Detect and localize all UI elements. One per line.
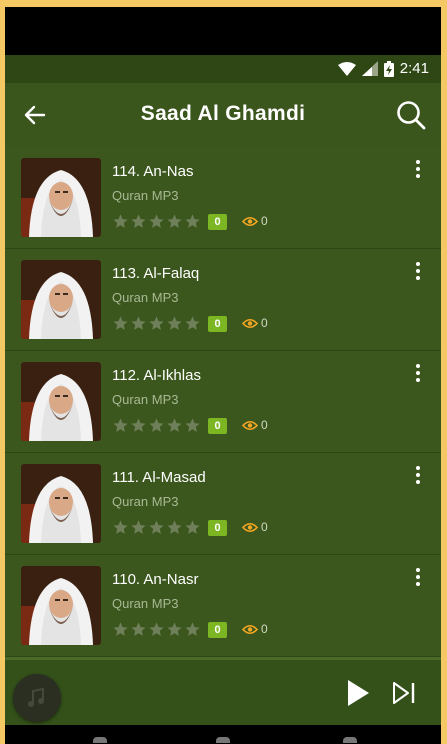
count-badge: 0: [208, 214, 227, 230]
track-list: 114. An-Nas Quran MP3 0 0 113. Al-Falaq Quran…: [5, 147, 441, 657]
phone-screen: 2:41 Saad Al Ghamdi 114. An-Nas Quran MP3…: [5, 7, 441, 744]
views-count: 0: [261, 316, 268, 330]
track-title: 112. Al-Ikhlas: [112, 367, 201, 384]
mini-player: [5, 657, 441, 728]
eye-icon: [242, 624, 258, 634]
views-count: 0: [261, 214, 268, 228]
list-item[interactable]: 112. Al-Ikhlas Quran MP3 0 0: [5, 351, 441, 453]
wifi-icon: [337, 61, 356, 76]
list-item[interactable]: 114. An-Nas Quran MP3 0 0: [5, 147, 441, 249]
star-icon[interactable]: [130, 621, 147, 638]
star-icon[interactable]: [112, 213, 129, 230]
eye-icon: [242, 522, 258, 532]
views-counter: 0: [242, 418, 268, 432]
star-icon[interactable]: [166, 417, 183, 434]
star-icon[interactable]: [166, 315, 183, 332]
more-vert-icon[interactable]: [413, 567, 423, 587]
status-time: 2:41: [399, 60, 429, 77]
list-item[interactable]: 113. Al-Falaq Quran MP3 0 0: [5, 249, 441, 351]
rating-stars[interactable]: [112, 315, 201, 332]
star-icon[interactable]: [130, 417, 147, 434]
track-subtitle: Quran MP3: [112, 392, 179, 407]
views-counter: 0: [242, 520, 268, 534]
star-icon[interactable]: [184, 621, 201, 638]
star-icon[interactable]: [112, 417, 129, 434]
star-icon[interactable]: [166, 519, 183, 536]
star-icon[interactable]: [112, 519, 129, 536]
nav-recents-icon[interactable]: [343, 737, 357, 743]
nav-back-icon[interactable]: [93, 737, 107, 743]
star-icon[interactable]: [148, 315, 165, 332]
views-counter: 0: [242, 622, 268, 636]
star-icon[interactable]: [166, 621, 183, 638]
star-icon[interactable]: [184, 519, 201, 536]
views-count: 0: [261, 622, 268, 636]
star-icon[interactable]: [130, 315, 147, 332]
page-title: Saad Al Ghamdi: [140, 102, 306, 125]
track-subtitle: Quran MP3: [112, 188, 179, 203]
more-vert-icon[interactable]: [413, 261, 423, 281]
more-vert-icon[interactable]: [413, 363, 423, 383]
reciter-thumbnail: [21, 464, 101, 543]
track-subtitle: Quran MP3: [112, 596, 179, 611]
count-badge: 0: [208, 418, 227, 434]
star-icon[interactable]: [184, 315, 201, 332]
star-icon[interactable]: [130, 213, 147, 230]
system-nav-bar: [5, 725, 441, 744]
eye-icon: [242, 216, 258, 226]
status-bar: 2:41: [5, 55, 441, 83]
count-badge: 0: [208, 622, 227, 638]
nav-home-icon[interactable]: [216, 737, 230, 743]
rating-stars[interactable]: [112, 417, 201, 434]
track-subtitle: Quran MP3: [112, 290, 179, 305]
skip-next-icon[interactable]: [391, 680, 417, 706]
star-icon[interactable]: [112, 315, 129, 332]
star-icon[interactable]: [148, 621, 165, 638]
play-icon[interactable]: [345, 678, 371, 708]
list-item[interactable]: 110. An-Nasr Quran MP3 0 0: [5, 555, 441, 657]
reciter-thumbnail: [21, 260, 101, 339]
star-icon[interactable]: [130, 519, 147, 536]
eye-icon: [242, 420, 258, 430]
reciter-thumbnail: [21, 158, 101, 237]
status-icons: 2:41: [337, 60, 429, 77]
track-title: 113. Al-Falaq: [112, 265, 200, 282]
star-icon[interactable]: [112, 621, 129, 638]
search-icon[interactable]: [395, 99, 427, 131]
more-vert-icon[interactable]: [413, 159, 423, 179]
star-icon[interactable]: [148, 213, 165, 230]
rating-stars[interactable]: [112, 621, 201, 638]
battery-charging-icon: [383, 60, 394, 77]
star-icon[interactable]: [148, 519, 165, 536]
star-icon[interactable]: [184, 213, 201, 230]
views-counter: 0: [242, 214, 268, 228]
track-subtitle: Quran MP3: [112, 494, 179, 509]
more-vert-icon[interactable]: [413, 465, 423, 485]
rating-stars[interactable]: [112, 213, 201, 230]
views-count: 0: [261, 520, 268, 534]
track-title: 114. An-Nas: [112, 163, 194, 180]
app-bar: Saad Al Ghamdi: [5, 83, 441, 147]
music-note-icon[interactable]: [13, 674, 61, 722]
track-title: 111. Al-Masad: [112, 469, 206, 486]
star-icon[interactable]: [184, 417, 201, 434]
star-icon[interactable]: [148, 417, 165, 434]
count-badge: 0: [208, 520, 227, 536]
list-item[interactable]: 111. Al-Masad Quran MP3 0 0: [5, 453, 441, 555]
reciter-thumbnail: [21, 566, 101, 645]
eye-icon: [242, 318, 258, 328]
star-icon[interactable]: [166, 213, 183, 230]
reciter-thumbnail: [21, 362, 101, 441]
views-counter: 0: [242, 316, 268, 330]
rating-stars[interactable]: [112, 519, 201, 536]
track-title: 110. An-Nasr: [112, 571, 199, 588]
views-count: 0: [261, 418, 268, 432]
signal-icon: [361, 61, 378, 76]
count-badge: 0: [208, 316, 227, 332]
